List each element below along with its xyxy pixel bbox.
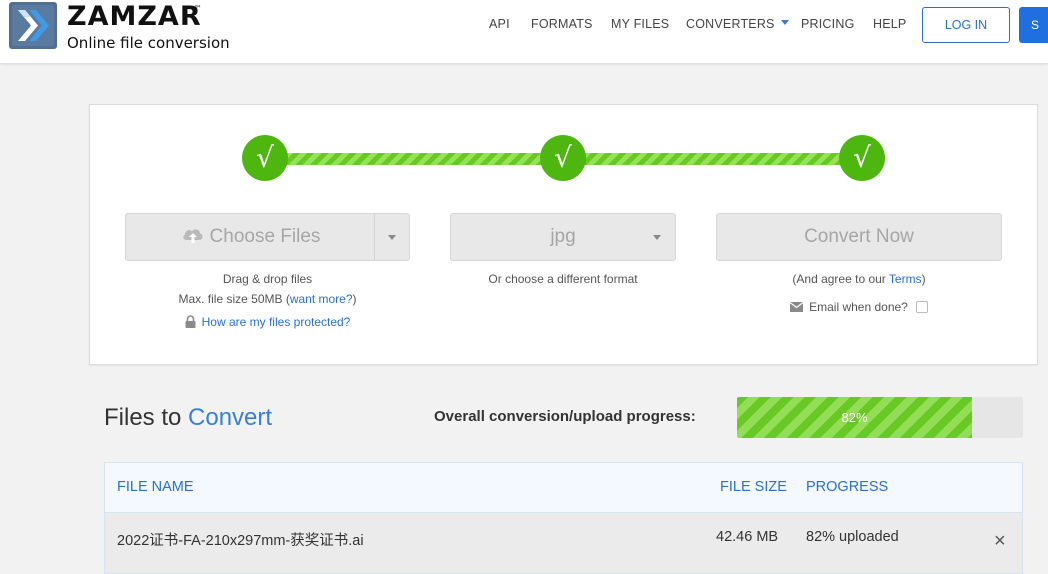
nav-converters-label: CONVERTERS xyxy=(686,17,775,31)
progress-track-1 xyxy=(265,153,563,165)
overall-progress-fill: 82% xyxy=(737,397,972,438)
convert-now-button[interactable]: Convert Now xyxy=(716,213,1002,261)
email-when-done-row: Email when done? xyxy=(716,300,1002,314)
max-size-prefix: Max. file size 50MB ( xyxy=(178,292,290,306)
files-title-part2: Convert xyxy=(188,404,273,431)
choose-files-main[interactable]: Choose Files xyxy=(126,214,376,260)
nav-pricing[interactable]: PRICING xyxy=(801,17,855,31)
zamzar-logo-icon xyxy=(9,2,57,49)
mail-icon xyxy=(790,301,804,312)
brand-name: ZAMZAR xyxy=(67,1,202,32)
email-when-done-checkbox[interactable] xyxy=(915,300,928,313)
nav-formats[interactable]: FORMATS xyxy=(531,17,593,31)
different-format-hint: Or choose a different format xyxy=(488,272,638,286)
choose-files-button[interactable]: Choose Files xyxy=(125,213,410,261)
terms-link[interactable]: Terms xyxy=(889,272,922,286)
lock-icon xyxy=(185,315,196,329)
top-header: ZAMZAR ™ Online file conversion API FORM… xyxy=(0,0,1048,63)
files-protected-row: How are my files protected? xyxy=(125,315,410,329)
format-value: jpg xyxy=(550,226,576,247)
col-progress[interactable]: PROGRESS xyxy=(806,479,888,495)
signup-button[interactable]: S xyxy=(1019,7,1048,43)
step-3-check-icon: √ xyxy=(839,135,885,181)
overall-progress-text: 82% xyxy=(841,410,868,425)
files-table: FILE NAME FILE SIZE PROGRESS 2022证书-FA-2… xyxy=(104,462,1023,574)
agree-prefix: (And agree to our xyxy=(792,272,889,286)
overall-progress-bar: 82% xyxy=(737,397,1023,438)
email-when-done-label: Email when done? xyxy=(809,300,908,314)
progress-track-2 xyxy=(563,153,861,165)
files-table-header: FILE NAME FILE SIZE PROGRESS xyxy=(105,463,1022,513)
caret-down-icon xyxy=(388,235,396,240)
max-size-suffix: ) xyxy=(352,292,357,306)
max-size-hint: Max. file size 50MB (want more?) xyxy=(125,292,410,306)
nav-my-files[interactable]: MY FILES xyxy=(611,17,669,31)
nav-api[interactable]: API xyxy=(489,17,510,31)
table-row: 2022证书-FA-210x297mm-获奖证书.ai 42.46 MB 82%… xyxy=(105,513,1022,573)
caret-down-icon xyxy=(780,20,789,26)
format-select[interactable]: jpg xyxy=(450,213,676,261)
nav-converters[interactable]: CONVERTERS xyxy=(686,17,789,31)
file-size-cell: 42.46 MB xyxy=(716,529,779,545)
step-2-check-icon: √ xyxy=(540,135,586,181)
agree-terms-hint: (And agree to our Terms) xyxy=(716,272,1002,286)
cloud-upload-icon xyxy=(182,229,203,243)
files-title-part1: Files to xyxy=(104,404,189,431)
converter-panel: √ √ √ Choose Files Drag & drop files Max… xyxy=(89,104,1038,365)
login-button[interactable]: LOG IN xyxy=(922,7,1010,43)
drag-drop-hint: Drag & drop files xyxy=(222,272,313,286)
remove-file-icon[interactable]: × xyxy=(994,531,1006,551)
file-name-cell: 2022证书-FA-210x297mm-获奖证书.ai xyxy=(117,533,364,549)
caret-down-icon xyxy=(653,235,661,240)
choose-files-dropdown[interactable] xyxy=(374,214,409,260)
agree-suffix: ) xyxy=(921,272,926,286)
files-protected-link[interactable]: How are my files protected? xyxy=(202,315,351,329)
choose-files-label: Choose Files xyxy=(209,226,321,247)
progress-cell: 82% uploaded xyxy=(806,529,899,545)
zamzar-logo[interactable]: ZAMZAR ™ Online file conversion xyxy=(9,1,239,52)
col-file-name[interactable]: FILE NAME xyxy=(117,479,194,495)
want-more-link[interactable]: want more? xyxy=(290,292,353,306)
files-to-convert-title: Files to Convert xyxy=(104,404,272,432)
step-1-check-icon: √ xyxy=(242,135,288,181)
brand-tagline: Online file conversion xyxy=(67,34,230,52)
trademark-mark: ™ xyxy=(194,4,202,13)
overall-progress-label: Overall conversion/upload progress: xyxy=(434,408,696,425)
col-file-size[interactable]: FILE SIZE xyxy=(720,479,787,495)
nav-help[interactable]: HELP xyxy=(873,17,906,31)
